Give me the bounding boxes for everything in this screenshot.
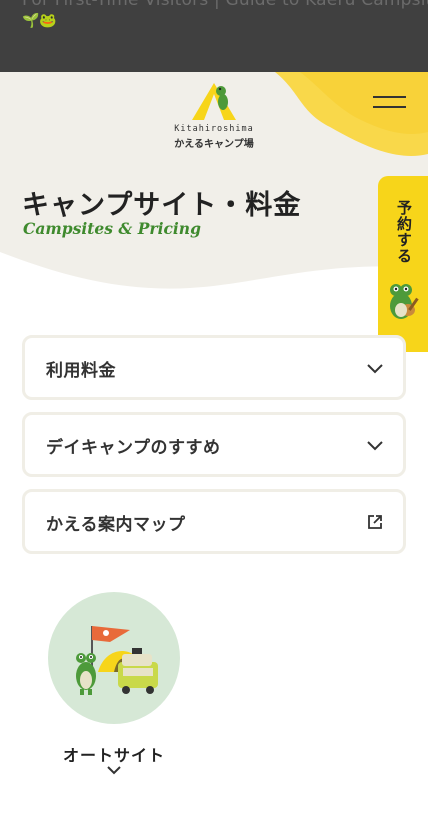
top-banner-text: For First-Time Visitors | Guide to Kaeru… [22,0,428,10]
menu-line [373,96,406,98]
page-title: キャンプサイト・料金 [22,190,302,221]
top-banner-emoji: 🌱🐸 [22,13,57,29]
auto-site-card[interactable]: オートサイト [48,592,182,775]
auto-site-illustration [48,592,180,724]
frog-tent-logo-icon [192,83,236,120]
site-logo[interactable]: Kitahiroshima かえるキャンプ場 [164,80,264,150]
auto-site-label: オートサイト [62,746,165,765]
chevron-down-icon [367,364,383,374]
logo-japanese-text: かえるキャンプ場 [174,139,254,150]
reserve-label: 予約する [395,200,413,264]
car-tent-frog-illustration-icon [76,626,158,695]
hero-wave [0,252,428,310]
page-subtitle: Campsites & Pricing [23,219,201,238]
accordion-label: デイキャンプのすすめ [46,438,221,458]
hamburger-menu-button[interactable] [366,88,414,116]
chevron-down-icon [107,766,121,775]
top-banner: For First-Time Visitors | Guide to Kaeru… [0,0,428,72]
accordion-label: かえる案内マップ [46,515,186,535]
link-guide-map[interactable]: かえる案内マップ [22,489,406,554]
accordion-day-camp[interactable]: デイキャンプのすすめ [22,412,406,477]
accordion-label: 利用料金 [46,361,116,381]
external-link-icon [368,515,382,529]
chevron-down-icon [367,441,383,451]
menu-line [373,106,406,108]
reserve-button[interactable]: 予約する [378,176,428,352]
accordion-pricing[interactable]: 利用料金 [22,335,406,400]
frog-guitar-icon [390,284,419,319]
logo-roman-text: Kitahiroshima [174,124,254,134]
